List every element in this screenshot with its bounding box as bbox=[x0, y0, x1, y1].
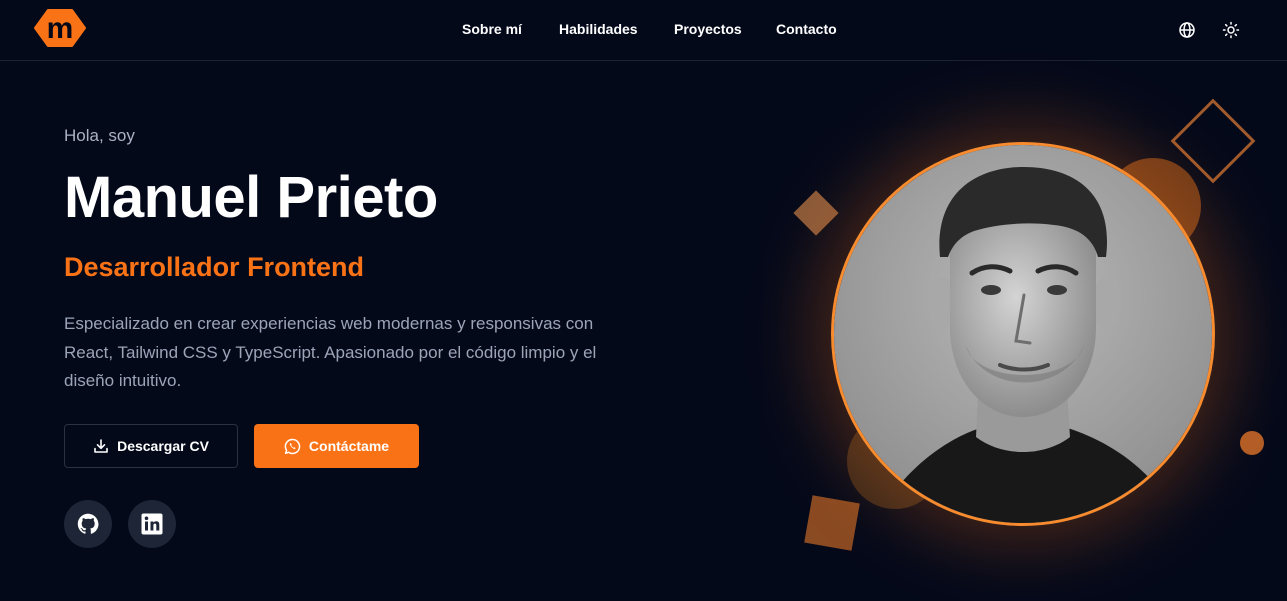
nav-link-sobre-mi[interactable]: Sobre mí bbox=[462, 21, 522, 37]
globe-icon bbox=[1179, 22, 1195, 38]
nav-link-habilidades[interactable]: Habilidades bbox=[559, 21, 638, 37]
language-button[interactable] bbox=[1177, 20, 1197, 40]
contact-label: Contáctame bbox=[308, 438, 390, 454]
whatsapp-icon bbox=[284, 438, 301, 454]
download-icon bbox=[94, 439, 108, 453]
download-cv-label: Descargar CV bbox=[117, 438, 209, 454]
nav-links: Sobre mí Habilidades Proyectos Contacto bbox=[0, 0, 1287, 60]
decorative-square bbox=[804, 495, 860, 551]
sun-icon bbox=[1222, 21, 1240, 39]
theme-toggle-button[interactable] bbox=[1221, 20, 1241, 40]
decorative-dot bbox=[1240, 431, 1264, 455]
decorative-diamond-small bbox=[793, 190, 839, 236]
linkedin-icon bbox=[141, 513, 163, 535]
github-icon bbox=[77, 513, 99, 534]
linkedin-link[interactable] bbox=[128, 500, 176, 548]
hero-greeting: Hola, soy bbox=[64, 126, 135, 145]
nav-link-contacto[interactable]: Contacto bbox=[776, 21, 837, 37]
hero-role: Desarrollador Frontend bbox=[64, 252, 365, 282]
contact-button[interactable]: Contáctame bbox=[254, 424, 419, 468]
profile-photo bbox=[831, 142, 1215, 526]
hero-description: Especializado en crear experiencias web … bbox=[64, 314, 597, 390]
nav-link-proyectos[interactable]: Proyectos bbox=[674, 21, 742, 37]
navbar: m Sobre mí Habilidades Proyectos Contact… bbox=[0, 0, 1287, 61]
download-cv-button[interactable]: Descargar CV bbox=[64, 424, 238, 468]
portrait-image bbox=[834, 145, 1212, 523]
github-link[interactable] bbox=[64, 500, 112, 548]
hero-name: Manuel Prieto bbox=[64, 165, 438, 230]
